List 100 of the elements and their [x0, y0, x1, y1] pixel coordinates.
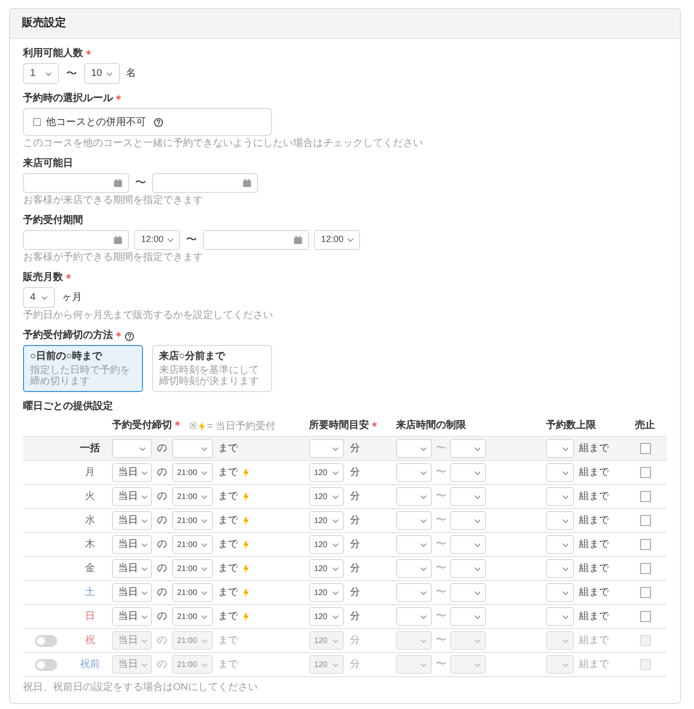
- chevron-down-icon: [420, 566, 427, 570]
- dropdown-select[interactable]: 120: [309, 511, 344, 530]
- dropdown-select[interactable]: 21:00: [172, 607, 213, 626]
- dropdown-select[interactable]: 21:00: [172, 463, 213, 482]
- chevron-down-icon: [201, 542, 208, 546]
- toggle-switch[interactable]: [35, 658, 57, 670]
- checkbox[interactable]: [640, 539, 650, 550]
- dropdown-select[interactable]: [450, 655, 486, 674]
- field-label: 利用可能人数: [23, 48, 83, 60]
- dropdown-select[interactable]: [450, 631, 486, 650]
- dropdown-select[interactable]: 1: [23, 63, 59, 84]
- dropdown-select[interactable]: 当日: [112, 535, 152, 554]
- checkbox[interactable]: [640, 587, 650, 598]
- dropdown-select[interactable]: [546, 559, 574, 578]
- dropdown-select[interactable]: 21:00: [172, 535, 213, 554]
- chevron-down-icon: [474, 590, 481, 594]
- dropdown-select[interactable]: [546, 487, 574, 506]
- dropdown-select[interactable]: 12:00: [314, 230, 360, 250]
- dropdown-select[interactable]: 10: [84, 63, 120, 84]
- lightning-icon: [199, 422, 205, 430]
- help-icon[interactable]: [125, 332, 134, 340]
- dropdown-select[interactable]: [396, 487, 432, 506]
- dropdown-select[interactable]: 21:00: [172, 583, 213, 602]
- dropdown-select[interactable]: 当日: [112, 487, 152, 506]
- chevron-down-icon: [201, 470, 208, 474]
- dropdown-select[interactable]: 21:00: [172, 511, 213, 530]
- checkbox[interactable]: [640, 515, 650, 526]
- checkbox[interactable]: [640, 491, 650, 502]
- chevron-down-icon: [562, 494, 569, 498]
- dropdown-select[interactable]: [396, 631, 432, 650]
- checkbox[interactable]: [640, 659, 650, 670]
- dropdown-select[interactable]: 120: [309, 487, 344, 506]
- option-card[interactable]: 来店○分前まで 来店時刻を基準にして締切時刻が決まります: [152, 345, 272, 392]
- checkbox[interactable]: [640, 443, 650, 454]
- connector-text: の: [157, 658, 167, 672]
- dropdown-select[interactable]: 当日: [112, 511, 152, 530]
- dropdown-select[interactable]: 120: [309, 583, 344, 602]
- dropdown-select[interactable]: 21:00: [172, 559, 213, 578]
- dropdown-select[interactable]: [450, 463, 486, 482]
- weekday-label: 日: [85, 610, 95, 624]
- dropdown-select[interactable]: 120: [309, 559, 344, 578]
- date-input-field[interactable]: [152, 173, 258, 193]
- checkbox[interactable]: [640, 611, 650, 622]
- chevron-down-icon: [332, 566, 339, 570]
- dropdown-select[interactable]: [546, 583, 574, 602]
- date-input-field[interactable]: [203, 230, 309, 250]
- date-input-field[interactable]: [23, 173, 129, 193]
- date-input-field[interactable]: [23, 230, 129, 250]
- dropdown-select[interactable]: [450, 607, 486, 626]
- dropdown-select[interactable]: [546, 535, 574, 554]
- checkbox[interactable]: [640, 635, 650, 646]
- chevron-down-icon: [41, 296, 48, 300]
- dropdown-select[interactable]: [450, 559, 486, 578]
- unit-text: 組まで: [579, 514, 609, 528]
- help-icon[interactable]: [154, 118, 163, 126]
- footnote-text: 祝日、祝前日の設定をする場合はONにしてください: [23, 682, 259, 694]
- dropdown-select[interactable]: 4: [23, 287, 55, 308]
- range-separator: 〜: [436, 490, 446, 504]
- toggle-switch[interactable]: [35, 634, 57, 646]
- dropdown-select[interactable]: [546, 631, 574, 650]
- checkbox[interactable]: [640, 563, 650, 574]
- dropdown-select[interactable]: [396, 583, 432, 602]
- dropdown-select[interactable]: 当日: [112, 583, 152, 602]
- dropdown-select[interactable]: 120: [309, 535, 344, 554]
- dropdown-select[interactable]: 12:00: [134, 230, 180, 250]
- dropdown-select[interactable]: [546, 511, 574, 530]
- checkbox[interactable]: [640, 467, 650, 478]
- dropdown-select[interactable]: [450, 583, 486, 602]
- dropdown-select[interactable]: [396, 655, 432, 674]
- dropdown-select[interactable]: [396, 463, 432, 482]
- dropdown-select[interactable]: [450, 439, 486, 458]
- dropdown-select[interactable]: [309, 439, 344, 458]
- dropdown-select[interactable]: [112, 439, 152, 458]
- dropdown-select[interactable]: 21:00: [172, 487, 213, 506]
- dropdown-select[interactable]: [450, 511, 486, 530]
- until-text: まで: [218, 658, 238, 672]
- dropdown-select[interactable]: [396, 511, 432, 530]
- dropdown-select[interactable]: 当日: [112, 559, 152, 578]
- dropdown-select[interactable]: [450, 487, 486, 506]
- dropdown-select[interactable]: [396, 607, 432, 626]
- dropdown-select[interactable]: [396, 535, 432, 554]
- dropdown-select[interactable]: 当日: [112, 463, 152, 482]
- dropdown-select[interactable]: [396, 439, 432, 458]
- dropdown-select[interactable]: [546, 655, 574, 674]
- dropdown-select[interactable]: [450, 535, 486, 554]
- dropdown-select[interactable]: [546, 607, 574, 626]
- option-card[interactable]: ○日前の○時まで 指定した日時で予約を締め切ります: [23, 345, 143, 392]
- checkbox[interactable]: [33, 118, 41, 126]
- dropdown-select[interactable]: [396, 559, 432, 578]
- dropdown-select[interactable]: [172, 439, 213, 458]
- dropdown-select[interactable]: 120: [309, 607, 344, 626]
- chevron-down-icon: [420, 470, 427, 474]
- dropdown-select[interactable]: 120: [309, 463, 344, 482]
- until-text: まで: [218, 442, 238, 456]
- dropdown-select[interactable]: 当日: [112, 607, 152, 626]
- chevron-down-icon: [332, 494, 339, 498]
- dropdown-select[interactable]: [546, 439, 574, 458]
- dropdown-select[interactable]: [546, 463, 574, 482]
- chevron-down-icon: [420, 518, 427, 522]
- connector-text: の: [157, 610, 167, 624]
